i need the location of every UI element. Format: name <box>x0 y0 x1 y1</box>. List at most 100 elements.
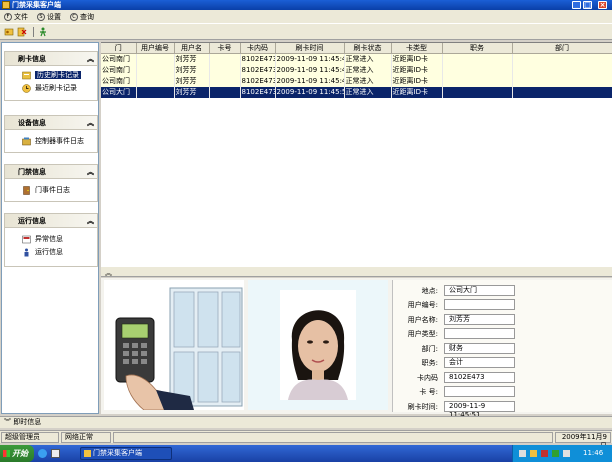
close-button[interactable]: × <box>598 1 607 9</box>
start-label: 开始 <box>12 449 28 458</box>
table-row[interactable]: 公司南门 刘芳芳 8102E473 2009-11-09 11:45:4 正常进入 近距离… <box>101 53 612 65</box>
tray-icon[interactable] <box>552 450 559 457</box>
group-title: 刷卡信息 <box>18 55 46 63</box>
chevron-up-icon[interactable]: ︽ <box>87 52 94 66</box>
detail-value-field: 公司大门 <box>444 285 515 296</box>
desktop-icon[interactable] <box>51 449 60 458</box>
group-header[interactable]: 刷卡信息 ︽ <box>5 52 97 66</box>
table-cell: 2009-11-09 11:45:4 <box>275 75 345 87</box>
maximize-button[interactable]: □ <box>583 1 592 9</box>
sidebar-item-label: 异常信息 <box>35 235 63 243</box>
tray-icon[interactable] <box>563 450 570 457</box>
table-row[interactable]: 公司南门 刘芳芳 8102E473 2009-11-09 11:45:4 正常进入 近距离… <box>101 75 612 87</box>
detail-value-field <box>444 386 515 397</box>
sidebar-item-recent-records[interactable]: 最近刷卡记录 <box>5 82 97 95</box>
table-cell: 公司南门 <box>101 64 137 76</box>
chevron-up-icon[interactable]: ︽ <box>87 214 94 228</box>
exit-icon[interactable] <box>17 27 27 37</box>
window-title: 门禁采集客户端 <box>12 1 61 9</box>
group-title: 运行信息 <box>18 217 46 225</box>
group-run-info: 运行信息 ︽ 异常信息 运行信息 <box>4 213 98 267</box>
table-cell <box>512 53 612 65</box>
group-header[interactable]: 设备信息 ︽ <box>5 116 97 130</box>
detail-label: 用户名称: <box>407 316 438 324</box>
table-cell: 刘芳芳 <box>174 64 210 76</box>
col-position[interactable]: 职务 <box>442 43 513 54</box>
table-cell <box>136 75 175 87</box>
detail-label: 卡内码 <box>417 374 438 382</box>
key-card-icon[interactable] <box>4 27 14 37</box>
clock[interactable]: 11:46 <box>583 445 603 462</box>
table-cell: 2009-11-09 11:45:5 <box>275 86 345 98</box>
sidebar-item-door-log[interactable]: 门事件日志 <box>5 184 97 197</box>
group-title: 门禁信息 <box>18 168 46 176</box>
chevron-up-icon[interactable]: ︽ <box>87 116 94 130</box>
col-department[interactable]: 部门 <box>512 43 612 54</box>
group-device-info: 设备信息 ︽ 控制器事件日志 <box>4 115 98 153</box>
status-bar: 超级管理员 网络正常 2009年11月9日 <box>0 430 612 450</box>
col-card-type[interactable]: 卡类型 <box>391 43 443 54</box>
col-user-name[interactable]: 用户名 <box>174 43 210 54</box>
menu-key-icon: S <box>37 13 45 21</box>
chevron-up-icon[interactable]: ︽ <box>87 165 94 179</box>
col-door[interactable]: 门 <box>101 43 137 54</box>
menu-query[interactable]: C 查询 <box>70 12 94 22</box>
menu-query-label: 查询 <box>80 13 94 21</box>
table-row[interactable]: 公司南门 刘芳芳 8102E473 2009-11-09 11:45:4 正常进入 近距离… <box>101 64 612 76</box>
detail-label: 卡 号: <box>419 388 438 396</box>
minimize-button[interactable]: _ <box>572 1 581 9</box>
sidebar-item-controller-log[interactable]: 控制器事件日志 <box>5 135 97 148</box>
table-row[interactable]: 公司大门 刘芳芳 8102E473 2009-11-09 11:45:5 正常进入 近距离… <box>101 86 612 98</box>
detail-value-field: 财务 <box>444 343 515 354</box>
taskbar-app-button[interactable]: 门禁采集客户端 <box>80 447 172 460</box>
record-icon <box>22 71 31 80</box>
table-cell: 8102E473 <box>240 75 276 87</box>
user-run-icon[interactable] <box>38 27 48 37</box>
sidebar-item-history-records[interactable]: 历史刷卡记录 <box>5 69 97 82</box>
col-card-code[interactable]: 卡内码 <box>240 43 276 54</box>
table-cell: 刘芳芳 <box>174 86 210 98</box>
table-cell: 近距离ID卡 <box>391 53 443 65</box>
col-card-no[interactable]: 卡号 <box>209 43 241 54</box>
table-cell: 近距离ID卡 <box>391 64 443 76</box>
panel-splitter[interactable]: ︽ <box>101 266 612 277</box>
table-cell: 正常进入 <box>344 64 392 76</box>
detail-value-field: 刘芳芳 <box>444 314 515 325</box>
col-swipe-time[interactable]: 刷卡时间 <box>275 43 345 54</box>
browser-icon[interactable] <box>38 449 47 458</box>
start-button[interactable]: 开始 <box>0 445 34 462</box>
menu-file[interactable]: F 文件 <box>4 12 28 22</box>
table-cell: 刘芳芳 <box>174 53 210 65</box>
table-header: 门 用户编号 用户名 卡号 卡内码 刷卡时间 刷卡状态 卡类型 职务 部门 <box>101 43 612 54</box>
table-cell: 8102E473 <box>240 86 276 98</box>
sidebar: 刷卡信息 ︽ 历史刷卡记录 最近刷卡记录 设备信息 ︽ 控制器事件日志 门禁信息 ︽ … <box>1 42 99 414</box>
table-cell <box>209 75 241 87</box>
run-info-icon <box>24 248 29 257</box>
sidebar-item-exception-info[interactable]: 异常信息 <box>5 233 97 246</box>
table-cell <box>136 64 175 76</box>
chevron-down-icon[interactable]: ︾ <box>4 418 11 426</box>
chevron-up-icon[interactable]: ︽ <box>105 268 112 278</box>
tray-icon[interactable] <box>519 450 526 457</box>
recent-icon <box>22 84 31 93</box>
table-cell: 公司南门 <box>101 53 137 65</box>
table-cell: 2009-11-09 11:45:4 <box>275 53 345 65</box>
tray-icon[interactable] <box>530 450 537 457</box>
group-header[interactable]: 运行信息 ︽ <box>5 214 97 228</box>
table-cell <box>442 64 513 76</box>
col-swipe-status[interactable]: 刷卡状态 <box>344 43 392 54</box>
table-cell: 近距离ID卡 <box>391 75 443 87</box>
detail-label: 用户编号: <box>407 301 438 309</box>
realtime-info-bar[interactable]: ︾ 即时信息 <box>0 416 612 428</box>
menu-settings[interactable]: S 设置 <box>37 12 61 22</box>
sidebar-item-run-info[interactable]: 运行信息 <box>5 246 97 259</box>
group-header[interactable]: 门禁信息 ︽ <box>5 165 97 179</box>
sidebar-item-label: 历史刷卡记录 <box>35 71 81 79</box>
table-cell: 公司大门 <box>101 86 137 98</box>
col-user-id[interactable]: 用户编号 <box>136 43 175 54</box>
tray-icon[interactable] <box>541 450 548 457</box>
table-cell <box>136 86 175 98</box>
status-user: 超级管理员 <box>1 432 59 443</box>
table-cell <box>512 75 612 87</box>
detail-value-field: 8102E473 <box>444 372 515 383</box>
